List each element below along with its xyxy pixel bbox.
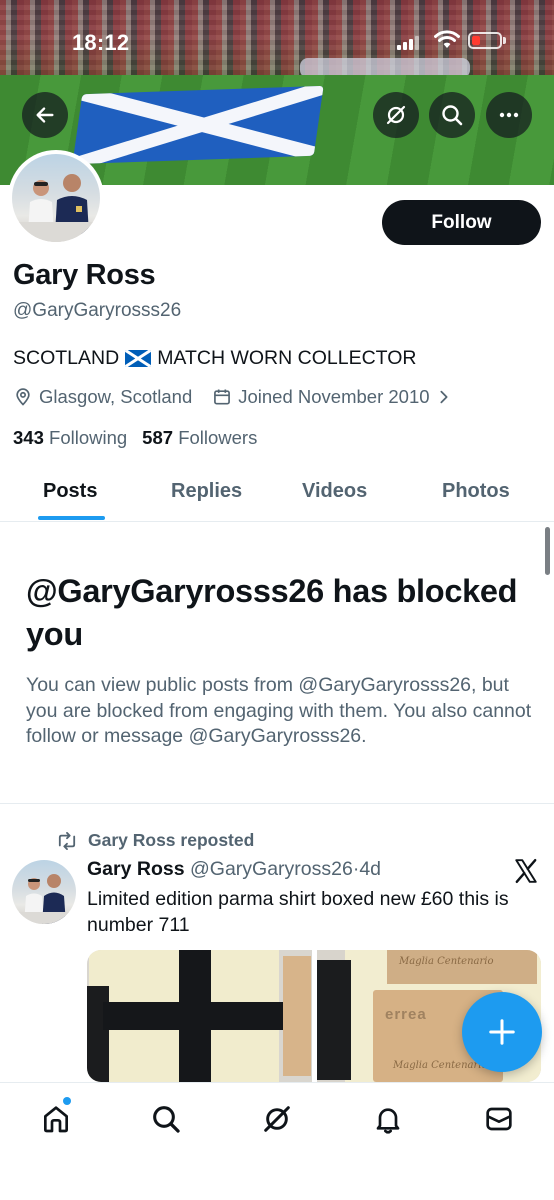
wifi-icon bbox=[434, 30, 460, 48]
chevron-right-icon bbox=[439, 390, 448, 404]
profile-joined[interactable]: Joined November 2010 bbox=[212, 386, 451, 408]
post-header: Gary Ross @GaryGaryross26·4d bbox=[87, 858, 381, 881]
shirt-cross-horizontal bbox=[103, 1002, 283, 1030]
bio-text-part2: MATCH WORN COLLECTOR bbox=[157, 347, 417, 369]
post-text: Limited edition parma shirt boxed new £6… bbox=[87, 888, 509, 936]
profile-bio: SCOTLAND MATCH WORN COLLECTOR bbox=[13, 347, 416, 370]
profile-meta: Glasgow, Scotland Joined November 2010 bbox=[13, 386, 472, 408]
battery-icon bbox=[468, 32, 502, 49]
following-link[interactable]: 343 Following bbox=[13, 427, 127, 449]
notifications-icon[interactable] bbox=[372, 1103, 404, 1135]
tab-photos[interactable]: Photos bbox=[442, 480, 510, 503]
box-card-top: Maglia Centenario bbox=[387, 950, 537, 984]
bio-text-part1: SCOTLAND bbox=[13, 347, 120, 369]
plus-icon bbox=[489, 1019, 515, 1045]
profile-stats: 343 Following 587 Followers bbox=[13, 427, 257, 449]
post-author-handle[interactable]: @GaryGaryross26 bbox=[190, 858, 353, 880]
more-button[interactable] bbox=[486, 92, 532, 138]
joined-text: Joined November 2010 bbox=[238, 386, 430, 407]
blocked-title: @GaryGaryrosss26 has blocked you bbox=[26, 573, 518, 652]
back-button[interactable] bbox=[22, 92, 68, 138]
following-label: Following bbox=[49, 427, 128, 448]
follow-button[interactable]: Follow bbox=[382, 200, 541, 245]
grok-icon[interactable] bbox=[261, 1103, 293, 1135]
banner-saltire-flag bbox=[72, 85, 324, 165]
grok-button[interactable] bbox=[373, 92, 419, 138]
repost-label: Gary Ross reposted bbox=[88, 830, 255, 850]
followers-label: Followers bbox=[178, 427, 258, 448]
card-top-text: Maglia Centenario bbox=[399, 956, 494, 967]
more-icon bbox=[499, 112, 519, 118]
profile-avatar[interactable] bbox=[8, 150, 104, 246]
status-time: 18:12 bbox=[72, 30, 130, 55]
cellular-signal-icon bbox=[397, 36, 419, 50]
shirt-sleeve-shadow bbox=[87, 986, 109, 1082]
followers-count: 587 bbox=[142, 427, 174, 448]
profile-tabs: Posts Replies Videos Photos bbox=[0, 464, 554, 522]
section-divider bbox=[0, 803, 554, 804]
search-icon bbox=[442, 105, 463, 126]
battery-level bbox=[472, 36, 480, 45]
post-author-name[interactable]: Gary Ross bbox=[87, 858, 185, 880]
status-bar: 18:12 bbox=[0, 0, 554, 80]
scotland-flag-icon bbox=[125, 350, 152, 367]
tab-replies[interactable]: Replies bbox=[171, 480, 242, 503]
arrow-left-icon bbox=[36, 107, 54, 123]
blocked-description: You can view public posts from @GaryGary… bbox=[26, 674, 532, 747]
location-pin-icon bbox=[16, 388, 30, 406]
followers-link[interactable]: 587 Followers bbox=[142, 427, 257, 449]
active-tab-indicator bbox=[38, 516, 105, 520]
shirt-box-edge bbox=[283, 956, 311, 1076]
scrollbar[interactable] bbox=[545, 527, 550, 575]
repost-indicator[interactable]: Gary Ross reposted bbox=[56, 830, 254, 851]
avatar-table bbox=[12, 222, 100, 242]
box-shadow-shirt bbox=[317, 960, 351, 1080]
profile-display-name: Gary Ross bbox=[13, 259, 156, 291]
profile-location: Glasgow, Scotland bbox=[13, 386, 192, 408]
location-text: Glasgow, Scotland bbox=[39, 386, 193, 407]
post-author-avatar[interactable] bbox=[12, 860, 76, 924]
x-logo-icon bbox=[515, 858, 537, 884]
post-avatar-people bbox=[12, 874, 76, 924]
tab-posts[interactable]: Posts bbox=[43, 480, 97, 503]
following-count: 343 bbox=[13, 427, 44, 448]
profile-handle: @GaryGaryrosss26 bbox=[13, 300, 182, 321]
calendar-icon bbox=[214, 389, 231, 405]
card-bottom-text: Maglia Centenario bbox=[393, 1060, 488, 1071]
repost-icon bbox=[58, 831, 76, 850]
errea-logo: errea bbox=[385, 1006, 427, 1023]
post-time[interactable]: 4d bbox=[359, 858, 381, 880]
search-button[interactable] bbox=[429, 92, 475, 138]
tab-videos[interactable]: Videos bbox=[302, 480, 367, 503]
post-image-1[interactable] bbox=[87, 950, 312, 1082]
bottom-navigation bbox=[0, 1082, 554, 1200]
search-icon[interactable] bbox=[150, 1103, 182, 1135]
messages-icon[interactable] bbox=[483, 1103, 515, 1135]
grok-icon bbox=[386, 105, 406, 125]
avatar-photo bbox=[12, 154, 100, 242]
compose-button[interactable] bbox=[462, 992, 542, 1072]
home-notification-dot bbox=[63, 1097, 71, 1105]
battery-tip bbox=[503, 37, 506, 44]
home-icon[interactable] bbox=[40, 1103, 72, 1135]
